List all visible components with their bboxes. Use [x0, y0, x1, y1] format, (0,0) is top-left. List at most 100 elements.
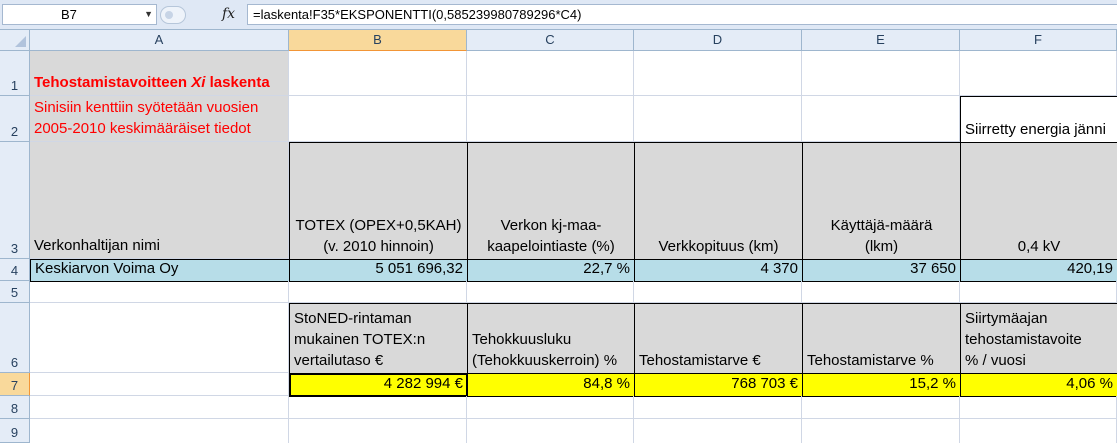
row-header-6[interactable]: 6 — [0, 303, 30, 373]
row-header-4[interactable]: 4 — [0, 259, 30, 281]
cell-a5[interactable] — [30, 281, 289, 303]
cell-f5[interactable] — [960, 281, 1117, 303]
cell-f3[interactable]: 0,4 kV — [960, 142, 1117, 260]
cell-b4[interactable]: 5 051 696,32 — [289, 259, 468, 282]
cell-f2[interactable]: Siirretty energia jänni — [960, 96, 1117, 143]
chevron-down-icon[interactable]: ▼ — [144, 5, 153, 24]
select-all-button[interactable] — [0, 30, 30, 51]
cell-a9[interactable] — [30, 419, 289, 443]
cell-a2[interactable]: Sinisiin kenttiin syötetään vuosien 2005… — [30, 96, 289, 142]
cell-c3[interactable]: Verkon kj-maa- kaapelointiaste (%) — [467, 142, 635, 260]
insert-function-button[interactable]: fx — [222, 6, 235, 22]
cell-a7[interactable] — [30, 373, 289, 396]
cell-c5[interactable] — [467, 281, 634, 303]
cell-a8[interactable] — [30, 396, 289, 419]
cell-b7[interactable]: 4 282 994 € — [289, 373, 468, 397]
row-header-9[interactable]: 9 — [0, 419, 30, 443]
row-header-3[interactable]: 3 — [0, 142, 30, 259]
cell-c8[interactable] — [467, 396, 634, 419]
header-stoned-line-1: StoNED-rintaman — [294, 310, 412, 327]
cell-b2[interactable] — [289, 96, 467, 142]
cell-f6[interactable]: Siirtymäajan tehostamistavoite % / vuosi — [960, 303, 1117, 374]
operator-name-value: Keskiarvon Voima Oy — [35, 260, 179, 277]
cell-e7[interactable]: 15,2 % — [802, 373, 961, 397]
cell-a1[interactable]: Tehostamistavoitteen Xi laskenta — [30, 51, 289, 96]
cell-c6[interactable]: Tehokkuusluku (Tehokkuuskerroin) % — [467, 303, 635, 374]
efficiency-value: 84,8 % — [583, 375, 630, 392]
column-header-e[interactable]: E — [802, 30, 960, 51]
formula-bar-splitter[interactable] — [160, 6, 186, 24]
cell-f9[interactable] — [960, 419, 1117, 443]
cell-d1[interactable] — [634, 51, 802, 96]
name-box-value: B7 — [61, 7, 77, 22]
cell-b1[interactable] — [289, 51, 467, 96]
row-header-7[interactable]: 7 — [0, 373, 30, 396]
totex-benchmark-value: 4 282 994 € — [383, 375, 463, 392]
splitter-handle-icon — [165, 11, 173, 19]
cell-e6[interactable]: Tehostamistarve % — [802, 303, 961, 374]
totex-value: 5 051 696,32 — [375, 260, 463, 277]
cell-f4[interactable]: 420,19 — [960, 259, 1117, 282]
cell-d4[interactable]: 4 370 — [634, 259, 803, 282]
cell-e4[interactable]: 37 650 — [802, 259, 961, 282]
column-header-b[interactable]: B — [289, 30, 467, 51]
header-target-line-2: tehostamistavoite — [965, 331, 1082, 348]
header-network-length: Verkkopituus (km) — [658, 238, 779, 255]
cell-e3[interactable]: Käyttäjä-määrä (lkm) — [802, 142, 961, 260]
cell-c9[interactable] — [467, 419, 634, 443]
column-header-a[interactable]: A — [30, 30, 289, 51]
cell-b3[interactable]: TOTEX (OPEX+0,5KAH) (v. 2010 hinnoin) — [289, 142, 468, 260]
cell-e2[interactable] — [802, 96, 960, 142]
cell-b6[interactable]: StoNED-rintaman mukainen TOTEX:n vertail… — [289, 303, 468, 374]
column-header-f[interactable]: F — [960, 30, 1117, 51]
cell-e8[interactable] — [802, 396, 960, 419]
header-voltage: 0,4 kV — [1017, 238, 1061, 255]
cell-c2[interactable] — [467, 96, 634, 142]
cell-a6[interactable] — [30, 303, 289, 373]
cell-d5[interactable] — [634, 281, 802, 303]
header-cabling-line-1: Verkon kj-maa- — [500, 217, 602, 234]
header-users-line-2: (lkm) — [864, 238, 899, 255]
cell-d6[interactable]: Tehostamistarve € — [634, 303, 803, 374]
cell-a3[interactable]: Verkonhaltijan nimi — [30, 142, 289, 259]
name-box[interactable]: B7 ▼ — [2, 4, 157, 25]
header-efficiency-line-1: Tehokkuusluku — [472, 331, 572, 348]
header-stoned-line-2: mukainen TOTEX:n — [294, 331, 426, 348]
column-header-c[interactable]: C — [467, 30, 634, 51]
header-improvement-pct: Tehostamistarve % — [807, 352, 934, 369]
cabling-value: 22,7 % — [583, 260, 630, 277]
network-length-value: 4 370 — [760, 260, 798, 277]
cell-e5[interactable] — [802, 281, 960, 303]
row-header-5[interactable]: 5 — [0, 281, 30, 303]
cell-e1[interactable] — [802, 51, 960, 96]
cell-a4[interactable]: Keskiarvon Voima Oy — [30, 259, 290, 282]
formula-input[interactable]: =laskenta!F35*EKSPONENTTI(0,585239980789… — [247, 4, 1117, 25]
cell-f8[interactable] — [960, 396, 1117, 419]
header-cabling-line-2: kaapelointiaste (%) — [487, 238, 615, 255]
cell-f7[interactable]: 4,06 % — [960, 373, 1117, 397]
row-header-8[interactable]: 8 — [0, 396, 30, 419]
cell-c4[interactable]: 22,7 % — [467, 259, 635, 282]
cell-c7[interactable]: 84,8 % — [467, 373, 635, 397]
header-stoned-line-3: vertailutaso € — [294, 352, 384, 369]
energy-value: 420,19 — [1067, 260, 1113, 277]
row-header-2[interactable]: 2 — [0, 96, 30, 142]
select-all-icon — [15, 36, 26, 47]
cell-e9[interactable] — [802, 419, 960, 443]
cell-d3[interactable]: Verkkopituus (km) — [634, 142, 803, 260]
cell-d2[interactable] — [634, 96, 802, 142]
cell-f1[interactable] — [960, 51, 1117, 96]
cell-d9[interactable] — [634, 419, 802, 443]
header-totex-line-2: (v. 2010 hinnoin) — [323, 238, 434, 255]
cell-b5[interactable] — [289, 281, 467, 303]
cell-d7[interactable]: 768 703 € — [634, 373, 803, 397]
cell-d8[interactable] — [634, 396, 802, 419]
improvement-pct-value: 15,2 % — [909, 375, 956, 392]
column-header-d[interactable]: D — [634, 30, 802, 51]
sheet-title: Tehostamistavoitteen Xi laskenta — [34, 74, 270, 91]
cell-b9[interactable] — [289, 419, 467, 443]
cell-c1[interactable] — [467, 51, 634, 96]
row-header-1[interactable]: 1 — [0, 51, 30, 96]
header-efficiency-line-2: (Tehokkuuskerroin) % — [472, 352, 618, 369]
cell-b8[interactable] — [289, 396, 467, 419]
